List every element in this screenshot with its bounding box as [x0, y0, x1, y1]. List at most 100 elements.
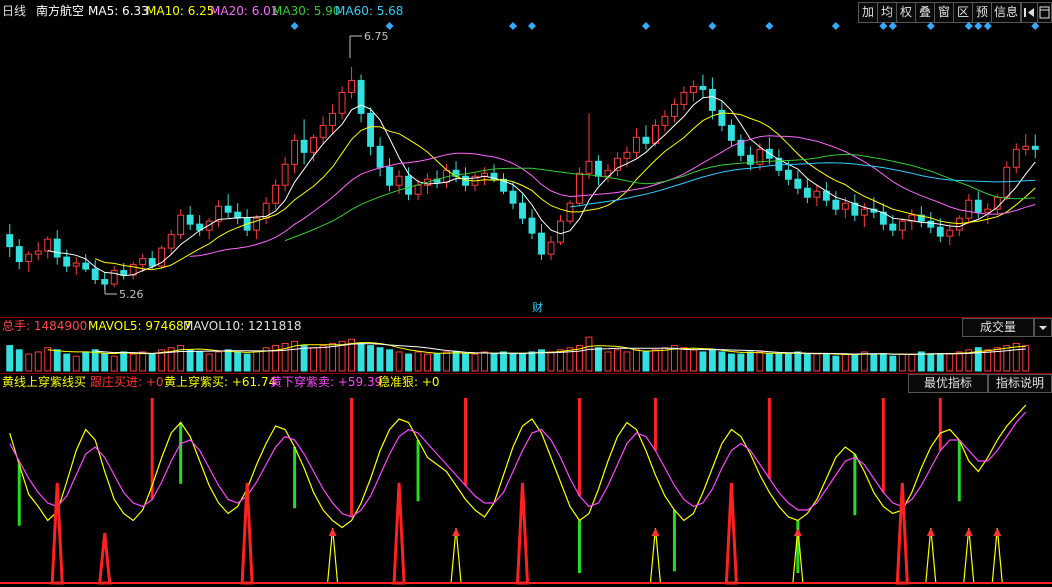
- candle-body[interactable]: [860, 208, 868, 216]
- candle-body[interactable]: [414, 184, 422, 195]
- volume-bar[interactable]: [642, 351, 650, 372]
- volume-bar[interactable]: [680, 347, 688, 372]
- forecast-button[interactable]: 预: [972, 2, 992, 23]
- volume-bar[interactable]: [984, 349, 992, 372]
- candle-body[interactable]: [898, 220, 906, 231]
- volume-bar[interactable]: [490, 353, 498, 372]
- signal-diamond-icon[interactable]: [509, 22, 518, 30]
- volume-bar[interactable]: [528, 351, 536, 372]
- candle-body[interactable]: [661, 115, 669, 126]
- candle-body[interactable]: [965, 199, 973, 219]
- candle-body[interactable]: [357, 79, 365, 114]
- peak-signal[interactable]: [991, 527, 1003, 584]
- volume-bar[interactable]: [519, 353, 526, 372]
- volume-bar[interactable]: [53, 349, 61, 372]
- candle-body[interactable]: [329, 112, 337, 126]
- volume-bar[interactable]: [1003, 345, 1011, 372]
- volume-bar[interactable]: [746, 351, 754, 372]
- volume-bar[interactable]: [737, 353, 745, 372]
- volume-bar[interactable]: [803, 353, 811, 372]
- volume-bar[interactable]: [376, 347, 384, 372]
- candle-body[interactable]: [72, 262, 80, 267]
- candle-body[interactable]: [224, 205, 232, 213]
- candle-body[interactable]: [538, 232, 545, 255]
- volume-bar[interactable]: [509, 353, 517, 372]
- volume-bar[interactable]: [756, 351, 764, 372]
- peak-signal[interactable]: [98, 532, 112, 585]
- volume-bar[interactable]: [196, 351, 204, 372]
- candle-body[interactable]: [376, 145, 384, 168]
- candle-body[interactable]: [110, 270, 118, 285]
- volume-bar[interactable]: [908, 353, 916, 372]
- candle-body[interactable]: [186, 214, 194, 225]
- candle-body[interactable]: [63, 256, 71, 267]
- window-button[interactable]: 窗: [934, 2, 954, 23]
- volume-bar[interactable]: [44, 347, 52, 372]
- volume-bar[interactable]: [253, 351, 261, 372]
- indicator-chart[interactable]: [0, 390, 1052, 587]
- volume-bar[interactable]: [72, 355, 80, 372]
- candle-body[interactable]: [946, 229, 954, 237]
- candle-body[interactable]: [547, 241, 555, 255]
- candle-body[interactable]: [813, 190, 821, 198]
- volume-bar[interactable]: [433, 353, 441, 372]
- signal-diamond-icon[interactable]: [765, 22, 774, 30]
- candle-body[interactable]: [272, 184, 280, 204]
- volume-bar[interactable]: [614, 349, 621, 372]
- candle-body[interactable]: [784, 169, 792, 180]
- candle-body[interactable]: [319, 124, 327, 138]
- volume-bar[interactable]: [481, 351, 488, 372]
- peak-signal[interactable]: [450, 527, 462, 584]
- candle-body[interactable]: [974, 199, 982, 213]
- candle-body[interactable]: [633, 136, 640, 153]
- candle-body[interactable]: [585, 160, 593, 174]
- candle-body[interactable]: [841, 202, 849, 210]
- candle-body[interactable]: [680, 91, 688, 105]
- volume-bar[interactable]: [661, 347, 669, 372]
- candle-body[interactable]: [300, 139, 308, 153]
- candle-body[interactable]: [528, 217, 536, 234]
- volume-bar[interactable]: [310, 347, 318, 372]
- candle-body[interactable]: [832, 199, 840, 210]
- peak-signal[interactable]: [392, 482, 406, 585]
- volume-bar[interactable]: [500, 351, 507, 372]
- candle-body[interactable]: [177, 214, 185, 236]
- volume-bar[interactable]: [224, 349, 232, 372]
- peak-signal[interactable]: [925, 527, 937, 584]
- volume-bar[interactable]: [633, 349, 640, 372]
- volume-bar[interactable]: [300, 345, 308, 372]
- volume-bar[interactable]: [186, 349, 194, 372]
- candle-body[interactable]: [82, 262, 90, 270]
- overlay-button[interactable]: 叠: [915, 2, 935, 23]
- candle-body[interactable]: [984, 208, 992, 213]
- volume-bar[interactable]: [595, 347, 602, 372]
- signal-diamond-icon[interactable]: [964, 22, 973, 30]
- volume-bar[interactable]: [927, 353, 935, 372]
- volume-bar[interactable]: [870, 353, 878, 372]
- candle-body[interactable]: [670, 103, 678, 117]
- candlestick-chart[interactable]: 6.75 5.26 财: [0, 22, 1052, 314]
- volume-bar[interactable]: [889, 355, 897, 372]
- volume-bar[interactable]: [234, 351, 242, 372]
- candle-body[interactable]: [623, 151, 631, 159]
- volume-bar[interactable]: [898, 353, 906, 372]
- volume-bar[interactable]: [405, 353, 412, 372]
- volume-bar[interactable]: [34, 351, 42, 372]
- volume-bar[interactable]: [832, 355, 840, 372]
- volume-bar[interactable]: [471, 353, 479, 372]
- period-label[interactable]: 日线: [2, 4, 26, 18]
- volume-bar[interactable]: [813, 353, 821, 372]
- candle-body[interactable]: [936, 226, 944, 237]
- volume-bar[interactable]: [443, 351, 450, 372]
- candle-body[interactable]: [576, 172, 583, 204]
- volume-bar[interactable]: [708, 349, 716, 372]
- peak-signal[interactable]: [963, 527, 975, 584]
- volume-bar[interactable]: [794, 351, 802, 372]
- signal-diamond-icon[interactable]: [290, 22, 299, 30]
- volume-bar[interactable]: [462, 353, 469, 372]
- volume-bar[interactable]: [765, 353, 773, 372]
- candle-body[interactable]: [348, 79, 356, 93]
- volume-bar[interactable]: [395, 351, 403, 372]
- volume-bar[interactable]: [329, 342, 337, 372]
- volume-bar[interactable]: [424, 353, 431, 372]
